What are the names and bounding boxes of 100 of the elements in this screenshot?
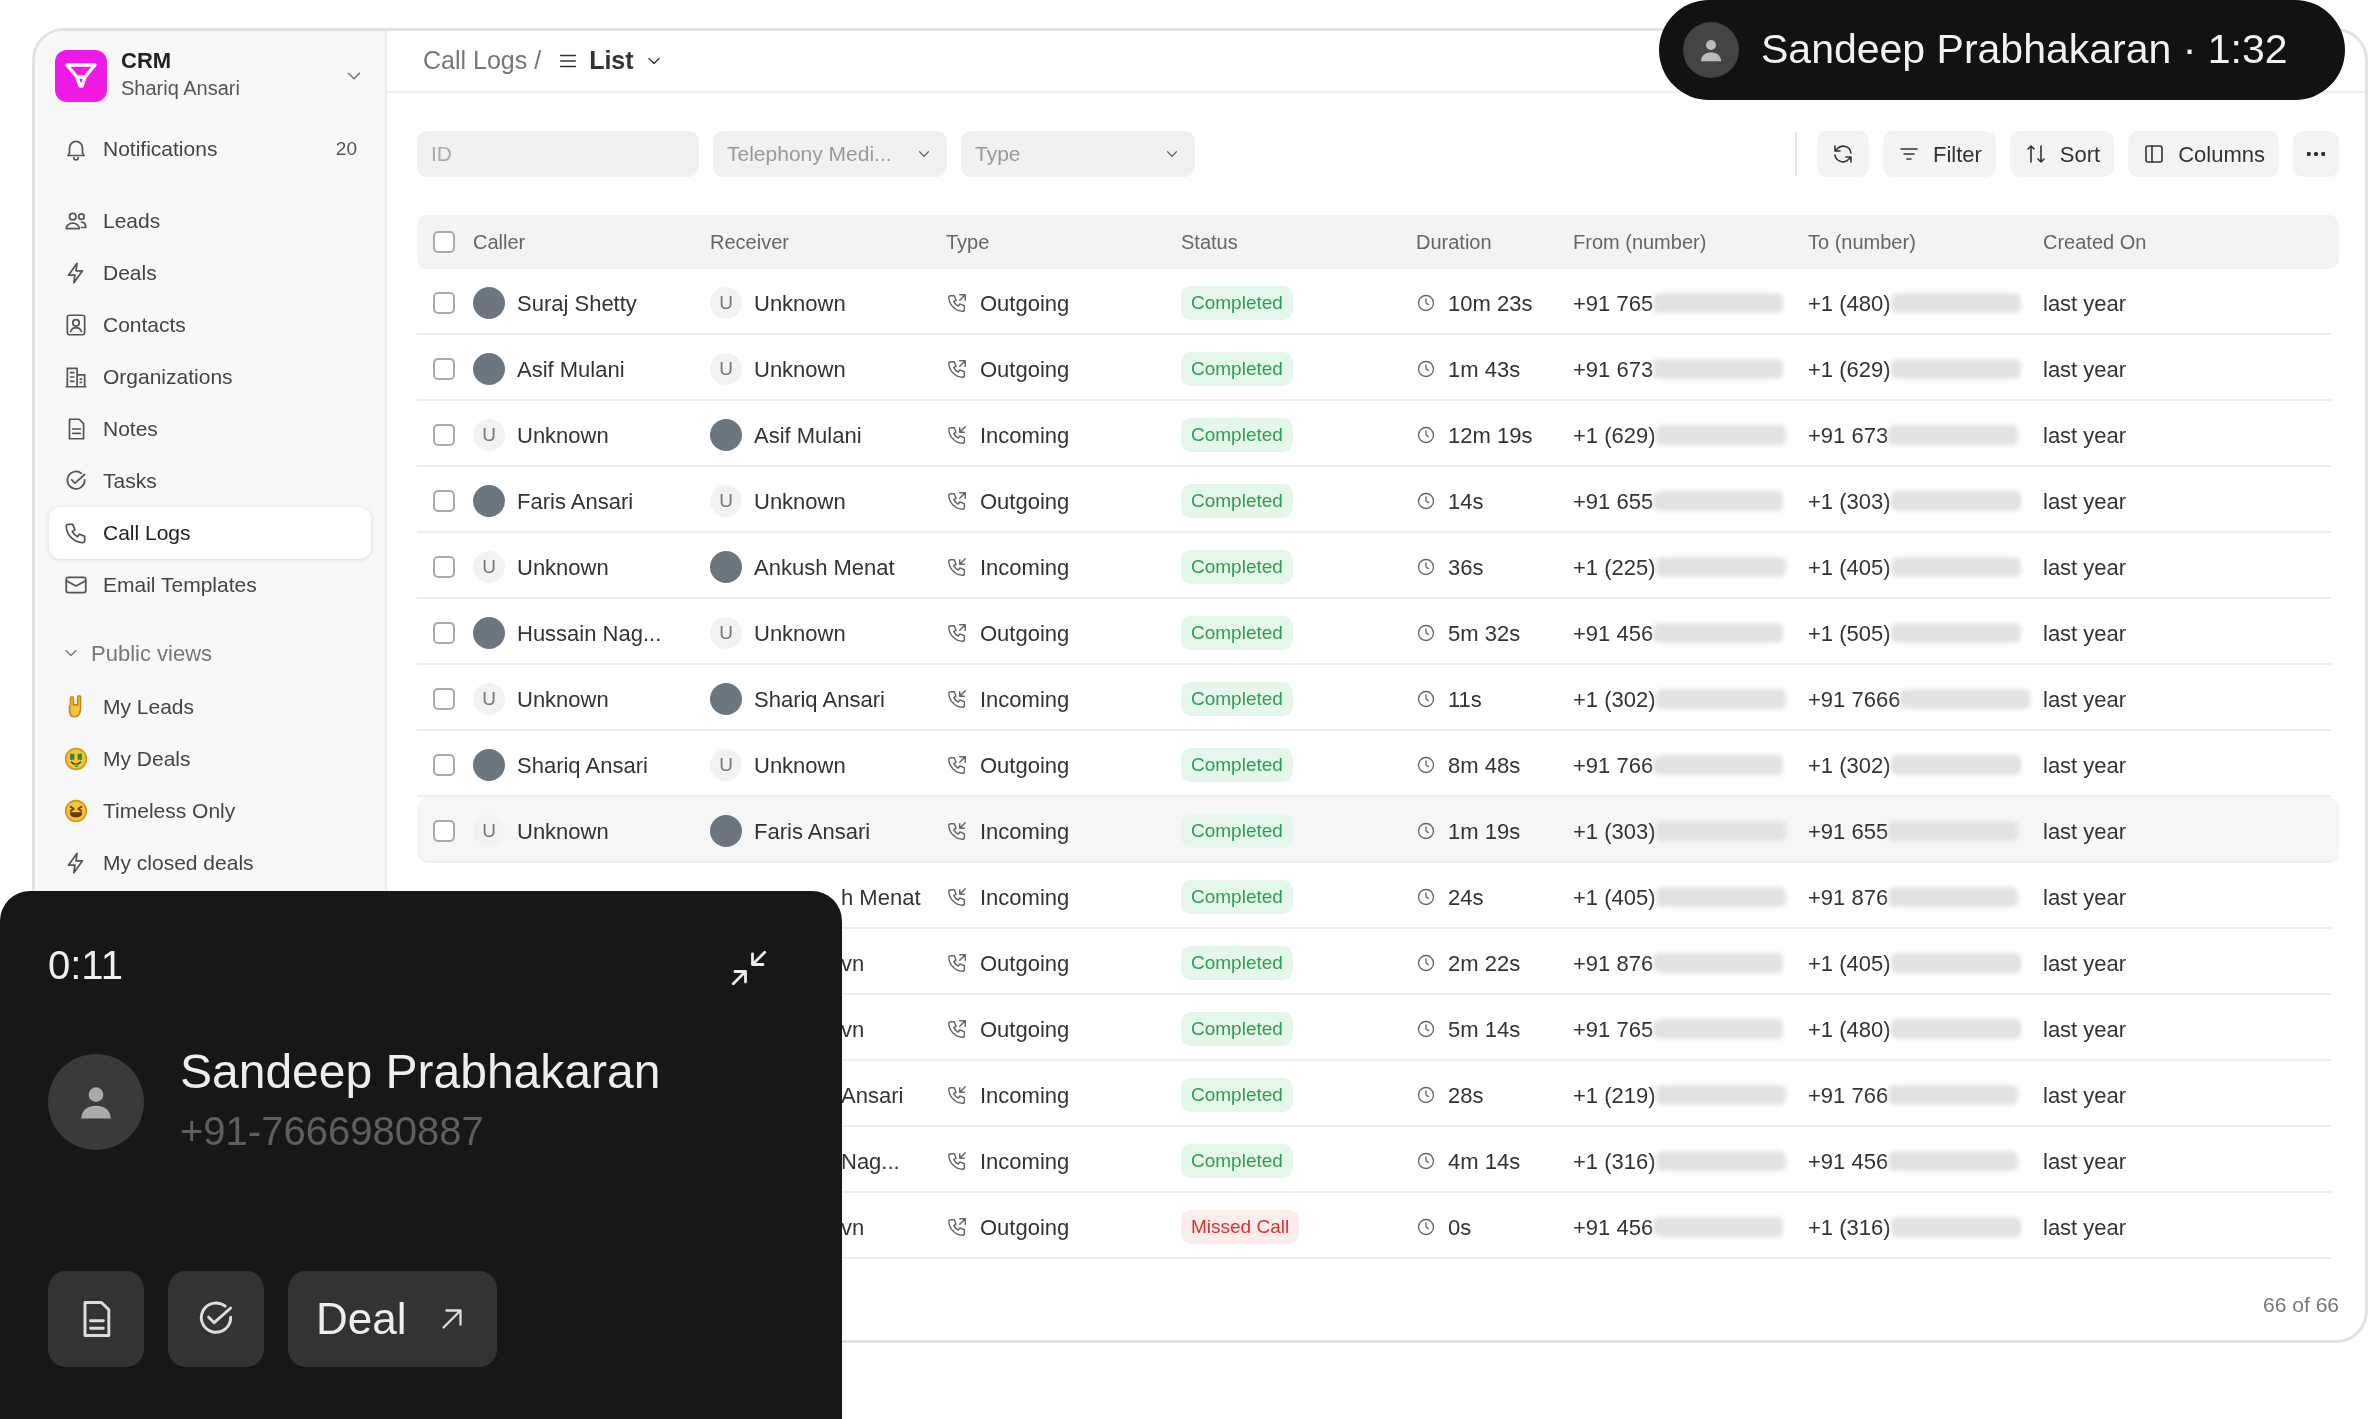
clock-icon — [1416, 293, 1436, 313]
row-checkbox[interactable] — [433, 424, 455, 446]
clock-icon — [1416, 1085, 1436, 1105]
sort-button[interactable]: Sort — [2009, 131, 2115, 177]
call-banner[interactable]: Sandeep Prabhakaran · 1:32 — [1659, 0, 2345, 100]
phone-number: +91 7666 — [1808, 685, 1901, 714]
row-checkbox[interactable] — [433, 292, 455, 314]
outgoing-call-icon — [946, 490, 968, 512]
phone-number: +1 (303) — [1573, 817, 1656, 846]
phone-number: +1 (505) — [1808, 619, 1891, 648]
table-row[interactable]: Faris Ansari U Unknown Outgoing Completed 14s +91 655 +1 (303) last year — [417, 467, 2331, 533]
sidebar-item[interactable]: Notifications 20 — [49, 123, 371, 176]
call-type: Incoming — [980, 883, 1070, 912]
column-header[interactable]: Duration — [1416, 227, 1573, 257]
note-button[interactable] — [48, 1270, 144, 1367]
more-button[interactable] — [2293, 131, 2339, 177]
initial-avatar: U — [710, 617, 742, 649]
select-all-checkbox[interactable] — [433, 231, 455, 253]
sidebar-item[interactable]: Organizations — [49, 351, 371, 404]
column-header[interactable]: To (number) — [1808, 227, 2043, 257]
table-row[interactable]: Suraj Shetty U Unknown Outgoing Completed 10m 23s +91 765 +1 (480) last year — [417, 269, 2331, 335]
call-type: Outgoing — [980, 949, 1070, 978]
phone-number: +1 (629) — [1573, 421, 1656, 450]
created-on: last year — [2043, 1015, 2128, 1044]
task-button[interactable] — [168, 1270, 264, 1367]
avatar-icon — [1683, 22, 1739, 78]
status-badge: Completed — [1181, 681, 1293, 717]
row-checkbox[interactable] — [433, 358, 455, 380]
outgoing-call-icon — [946, 952, 968, 974]
sidebar-item[interactable]: Notes — [49, 403, 371, 456]
avatar-photo — [473, 617, 505, 649]
row-checkbox[interactable] — [433, 556, 455, 578]
call-type: Outgoing — [980, 1015, 1070, 1044]
person-name: Unknown — [754, 289, 846, 318]
sidebar-item[interactable]: Tasks — [49, 455, 371, 508]
phone-number: +1 (480) — [1808, 289, 1891, 318]
sidebar-item[interactable]: Timeless Only — [49, 785, 371, 838]
clock-icon — [1416, 1217, 1436, 1237]
duration: 1m 43s — [1448, 355, 1521, 384]
sidebar-item[interactable]: Email Templates — [49, 559, 371, 612]
incoming-call-icon — [946, 688, 968, 710]
person-name: Nag... — [841, 1147, 900, 1176]
column-header[interactable]: Caller — [473, 227, 710, 257]
table-row[interactable]: U Unknown Ankush Menat Incoming Completed 36s +1 (225) +1 (405) last year — [417, 533, 2331, 599]
sidebar-item[interactable]: Call Logs — [49, 507, 371, 560]
column-header[interactable]: Created On — [2043, 227, 2339, 257]
table-row[interactable]: Hussain Nag... U Unknown Outgoing Completed 5m 32s +91 456 +1 (505) last year — [417, 599, 2331, 665]
duration: 14s — [1448, 487, 1484, 516]
phone-number: +1 (225) — [1573, 553, 1656, 582]
sidebar-item[interactable]: My closed deals — [49, 837, 371, 890]
view-selector[interactable]: List — [551, 42, 670, 80]
row-checkbox[interactable] — [433, 490, 455, 512]
phone-number: +1 (219) — [1573, 1081, 1656, 1110]
column-header[interactable]: From (number) — [1573, 227, 1808, 257]
row-checkbox[interactable] — [433, 820, 455, 842]
filter-button[interactable]: Filter — [1882, 131, 1996, 177]
clock-icon — [1416, 1151, 1436, 1171]
sidebar-item[interactable]: My Deals — [49, 733, 371, 786]
person-name: Asif Mulani — [517, 355, 625, 384]
outgoing-call-icon — [946, 358, 968, 380]
status-badge: Completed — [1181, 417, 1293, 453]
phone-number: +91 766 — [1808, 1081, 1889, 1110]
table-row[interactable]: U Unknown Shariq Ansari Incoming Completed 11s +1 (302) +91 7666 last year — [417, 665, 2331, 731]
duration: 0s — [1448, 1213, 1472, 1242]
avatar-photo — [473, 353, 505, 385]
phone-number: +1 (303) — [1808, 487, 1891, 516]
person-name: Unknown — [754, 355, 846, 384]
row-checkbox[interactable] — [433, 688, 455, 710]
phone-number: +91 876 — [1573, 949, 1654, 978]
initial-avatar: U — [710, 485, 742, 517]
table-row[interactable]: U Unknown Faris Ansari Incoming Completed 1m 19s +1 (303) +91 655 last year — [417, 797, 2339, 863]
person-name: Asif Mulani — [754, 421, 862, 450]
deal-button[interactable]: Deal — [288, 1270, 497, 1367]
duration: 2m 22s — [1448, 949, 1521, 978]
column-header[interactable]: Receiver — [710, 227, 946, 257]
sidebar-item[interactable]: My Leads — [49, 681, 371, 734]
workspace-switcher[interactable]: CRM Shariq Ansari — [49, 45, 371, 124]
sidebar-item[interactable]: Deals — [49, 247, 371, 300]
table-row[interactable]: Asif Mulani U Unknown Outgoing Completed 1m 43s +91 673 +1 (629) last year — [417, 335, 2331, 401]
laughing-face-emoji-icon — [63, 798, 89, 825]
column-header[interactable]: Status — [1181, 227, 1416, 257]
clock-icon — [1416, 755, 1436, 775]
table-row[interactable]: U Unknown Asif Mulani Incoming Completed 12m 19s +1 (629) +91 673 last year — [417, 401, 2331, 467]
created-on: last year — [2043, 421, 2128, 450]
status-badge: Completed — [1181, 483, 1293, 519]
column-header[interactable]: Type — [946, 227, 1181, 257]
sidebar-item[interactable]: Contacts — [49, 299, 371, 352]
status-badge: Completed — [1181, 1011, 1293, 1047]
row-checkbox[interactable] — [433, 622, 455, 644]
initial-avatar: U — [710, 353, 742, 385]
sidebar-item[interactable]: Leads — [49, 195, 371, 248]
columns-button[interactable]: Columns — [2128, 131, 2279, 177]
breadcrumb[interactable]: Call Logs / — [423, 42, 542, 80]
row-checkbox[interactable] — [433, 754, 455, 776]
section-header[interactable]: Public views — [49, 625, 371, 682]
workspace-name: CRM — [121, 49, 173, 74]
refresh-button[interactable] — [1816, 131, 1869, 177]
id-field[interactable]: ID — [417, 131, 699, 177]
phone-number: +91 673 — [1573, 355, 1654, 384]
duration: 8m 48s — [1448, 751, 1521, 780]
